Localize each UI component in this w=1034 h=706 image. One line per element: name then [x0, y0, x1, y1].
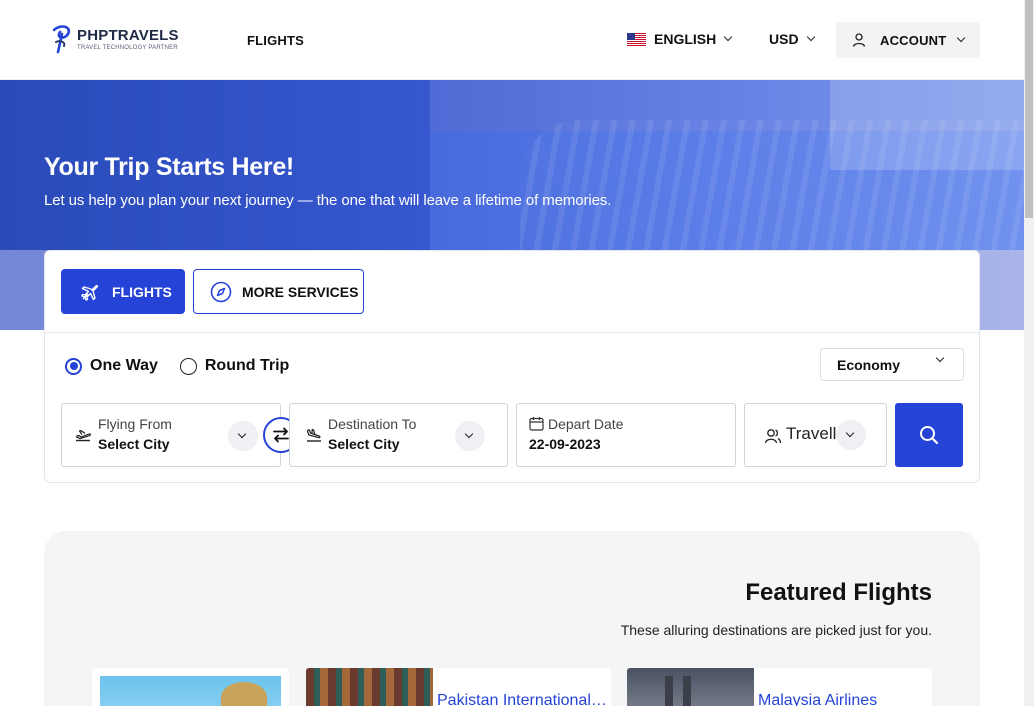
trip-type-round-trip[interactable]: Round Trip	[179, 357, 290, 375]
featured-flight-card[interactable]: Pakistan International Airlines	[306, 668, 611, 706]
featured-subtitle: These alluring destinations are picked j…	[620, 622, 932, 638]
chevron-down-icon	[845, 428, 855, 438]
service-tabs: FLIGHTS MORE SERVICES	[45, 251, 979, 333]
radio-round-trip[interactable]	[179, 357, 197, 375]
radio-one-way[interactable]	[65, 357, 82, 375]
nav-link-flights[interactable]: FLIGHTS	[247, 33, 304, 48]
airplane-icon	[81, 284, 99, 301]
chevron-down-icon	[723, 32, 733, 42]
destination-image	[306, 668, 433, 706]
takeoff-icon	[75, 430, 91, 442]
depart-date-field[interactable]: Depart Date 22-09-2023	[516, 403, 736, 467]
us-flag-icon	[627, 32, 646, 46]
chevron-down-icon	[806, 32, 815, 42]
cabin-class-value: Economy	[837, 356, 901, 373]
destination-image	[627, 668, 754, 706]
airline-name[interactable]: Pakistan International Airlines	[437, 692, 609, 706]
hero-subtitle: Let us help you plan your next journey —…	[44, 192, 612, 209]
hero-title: Your Trip Starts Here!	[44, 153, 294, 181]
chevron-down-icon	[957, 33, 966, 43]
depart-date-value: 22-09-2023	[529, 436, 601, 452]
compass-icon	[210, 281, 232, 302]
landing-icon	[306, 428, 321, 442]
search-button[interactable]	[895, 403, 963, 467]
travellers-field[interactable]: Travellers	[744, 403, 887, 467]
calendar-icon	[529, 417, 544, 431]
logo-tagline: TRAVEL TECHNOLOGY PARTNER	[77, 44, 178, 51]
scrollbar-thumb[interactable]	[1025, 0, 1033, 218]
travellers-dropdown-button[interactable]	[836, 420, 866, 450]
hero-banner: Your Trip Starts Here! Let us help you p…	[0, 80, 1024, 250]
featured-flight-card[interactable]: Malaysia Airlines	[627, 668, 932, 706]
account-label: ACCOUNT	[880, 32, 947, 48]
trip-type-one-way-label: One Way	[90, 357, 158, 374]
tab-flights-label: FLIGHTS	[112, 283, 172, 300]
airline-name[interactable]: Malaysia Airlines	[758, 692, 930, 706]
currency-label: USD	[769, 31, 799, 47]
flying-from-dropdown-button[interactable]	[228, 421, 258, 451]
destination-to-field[interactable]: Destination To Select City	[289, 403, 508, 467]
page-scrollbar[interactable]	[1024, 0, 1034, 706]
depart-date-label: Depart Date	[548, 416, 624, 432]
logo[interactable]: PHPTRAVELS TRAVEL TECHNOLOGY PARTNER	[50, 24, 179, 54]
travellers-icon	[764, 429, 782, 444]
destination-image	[100, 676, 281, 706]
destination-to-dropdown-button[interactable]	[455, 421, 485, 451]
featured-flight-card[interactable]	[92, 668, 289, 706]
travellers-placeholder: Travellers	[786, 424, 839, 443]
language-selector[interactable]: ENGLISH	[627, 31, 733, 47]
tab-more-services[interactable]: MORE SERVICES	[193, 269, 364, 314]
trip-type-group: One Way Round Trip	[65, 357, 311, 375]
destination-to-value: Select City	[328, 436, 400, 452]
trip-type-one-way[interactable]: One Way	[65, 357, 158, 375]
logo-name: PHPTRAVELS	[77, 26, 179, 44]
logo-mark-icon	[52, 25, 71, 54]
site-header: PHPTRAVELS TRAVEL TECHNOLOGY PARTNER FLI…	[0, 0, 1024, 80]
flying-from-label: Flying From	[98, 416, 172, 432]
featured-title: Featured Flights	[745, 579, 932, 606]
user-icon	[852, 33, 866, 47]
search-icon	[920, 426, 939, 445]
language-label: ENGLISH	[654, 31, 717, 47]
tab-more-services-label: MORE SERVICES	[242, 283, 359, 300]
cabin-class-select[interactable]: Economy	[820, 348, 964, 381]
flight-search-card: FLIGHTS MORE SERVICES One Way Round Trip…	[44, 250, 980, 483]
flying-from-field[interactable]: Flying From Select City	[61, 403, 281, 467]
currency-selector[interactable]: USD	[769, 31, 815, 47]
flying-from-value: Select City	[98, 436, 170, 452]
chevron-down-icon	[464, 429, 474, 439]
featured-flights-section: Featured Flights These alluring destinat…	[44, 531, 980, 706]
destination-to-label: Destination To	[328, 416, 417, 432]
account-button[interactable]: ACCOUNT	[836, 22, 980, 58]
hero-building-graphic	[830, 80, 1024, 170]
trip-type-round-trip-label: Round Trip	[204, 357, 290, 374]
chevron-down-icon	[237, 429, 247, 439]
tab-flights[interactable]: FLIGHTS	[61, 269, 185, 314]
chevron-down-icon	[935, 353, 945, 363]
